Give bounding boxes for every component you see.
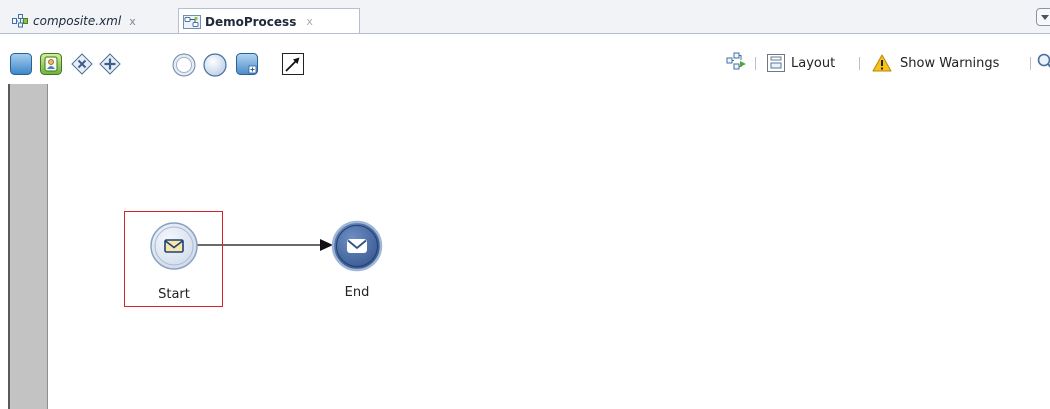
start-event-label: Start [158,287,190,302]
message-envelope-filled-icon [347,239,367,253]
end-event-label: End [344,285,370,300]
diagram-layer [150,220,383,272]
end-event[interactable] [331,220,383,272]
